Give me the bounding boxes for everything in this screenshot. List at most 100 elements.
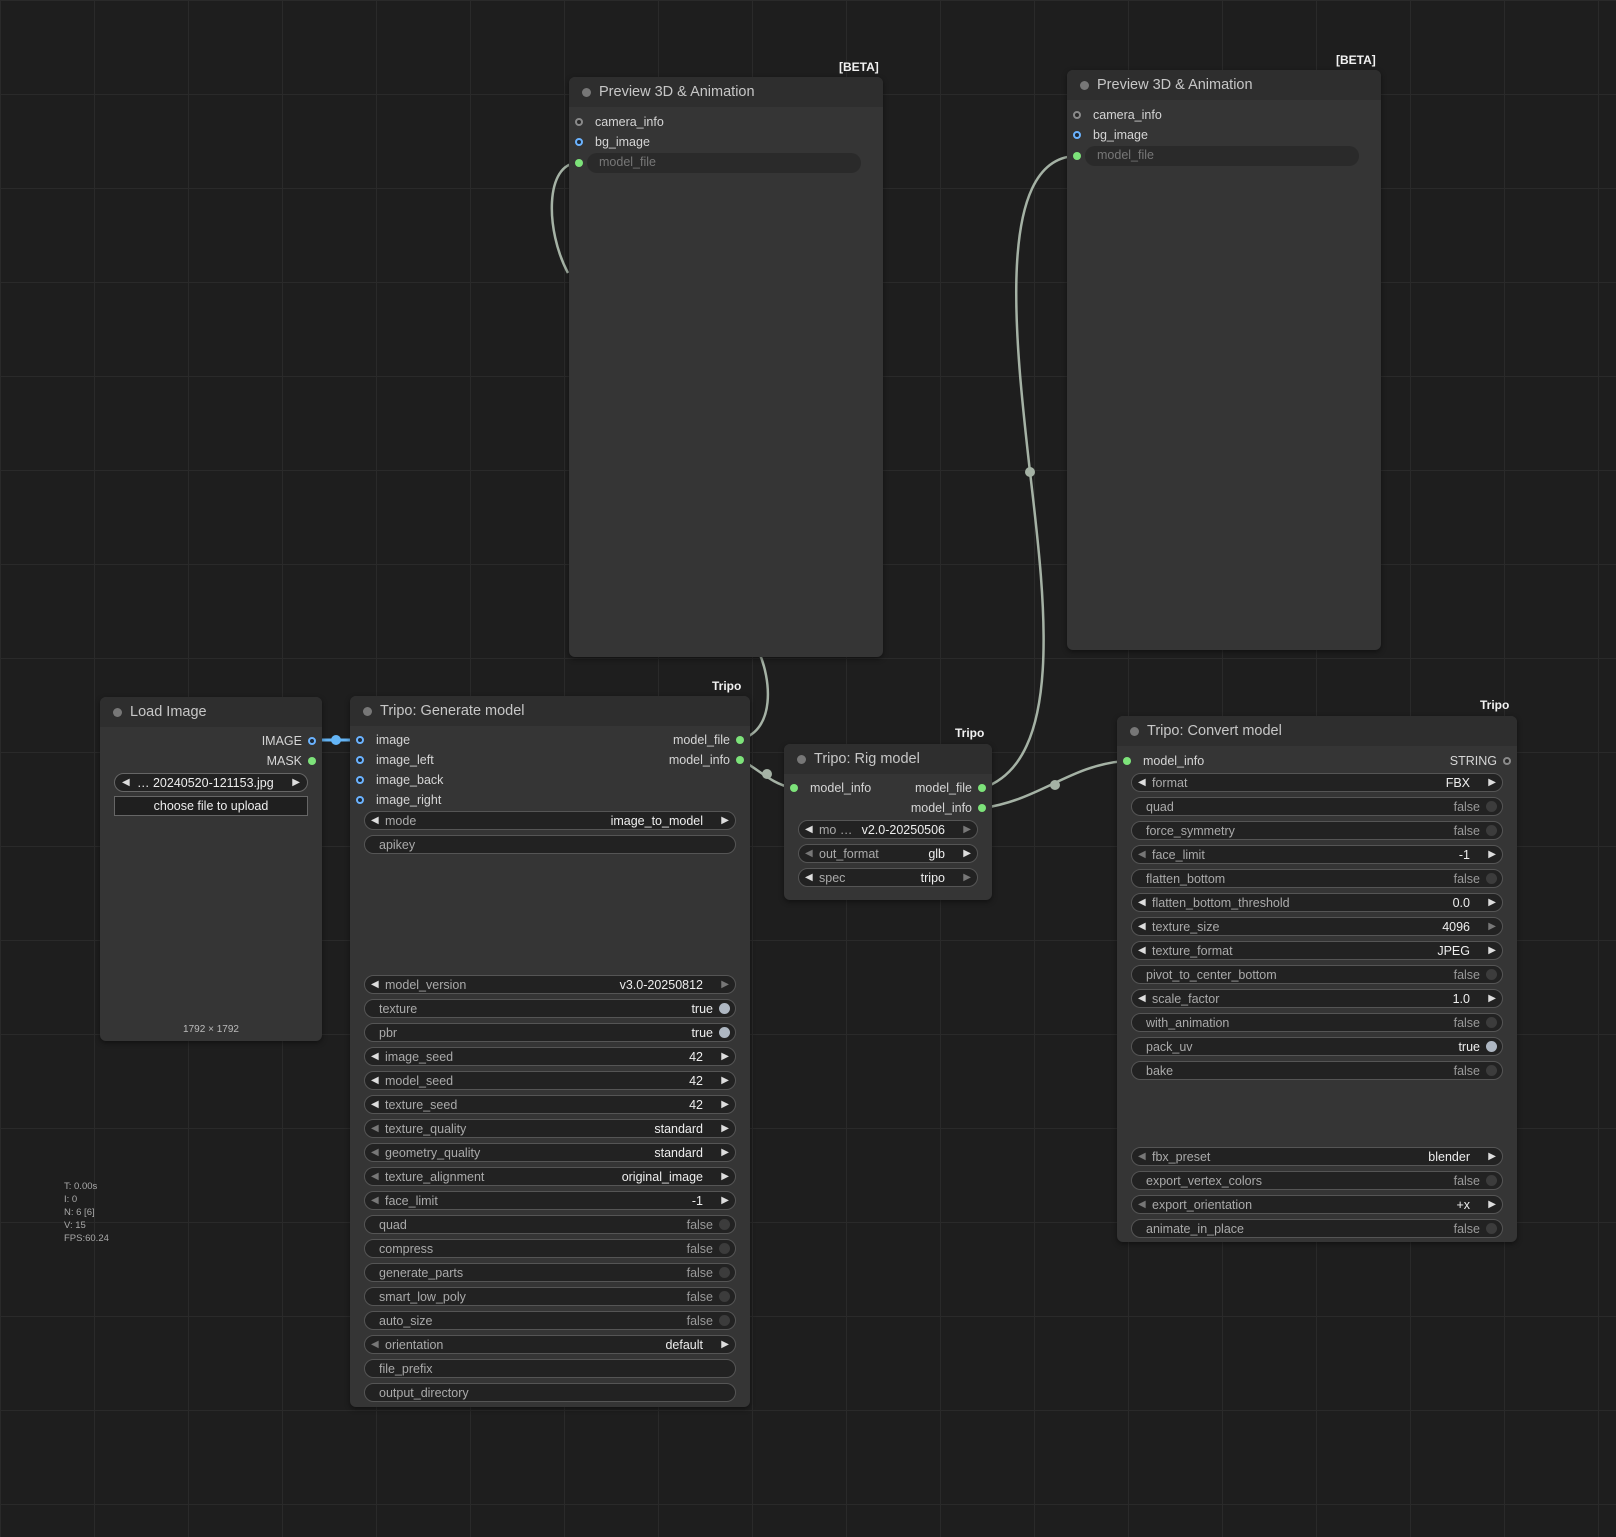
output-directory-input[interactable]: output_directory bbox=[364, 1383, 736, 1402]
slot-dot[interactable] bbox=[978, 784, 986, 792]
slot-dot[interactable] bbox=[1073, 111, 1081, 119]
preview-node-1[interactable]: Preview 3D & Animation camera_info bg_im… bbox=[569, 77, 883, 657]
slot-dot[interactable] bbox=[575, 138, 583, 146]
convert-model-node[interactable]: Tripo: Convert model model_info STRING ◀… bbox=[1117, 716, 1517, 1242]
file-prefix-input[interactable]: file_prefix bbox=[364, 1359, 736, 1378]
texture-seed-number[interactable]: ◀ texture_seed 42 ▶ bbox=[364, 1095, 736, 1114]
slot-dot[interactable] bbox=[1123, 757, 1131, 765]
slot-dot[interactable] bbox=[308, 737, 316, 745]
texture-alignment-combo[interactable]: ◀ texture_alignment original_image ▶ bbox=[364, 1167, 736, 1186]
texture-size-number[interactable]: ◀ texture_size 4096 ▶ bbox=[1131, 917, 1503, 936]
scale-factor-number[interactable]: ◀ scale_factor 1.0 ▶ bbox=[1131, 989, 1503, 1008]
rig-model-version-combo[interactable]: ◀ mo … v2.0-20250506 ▶ bbox=[798, 820, 978, 839]
slot-dot[interactable] bbox=[575, 159, 583, 167]
pivot-to-center-bottom-toggle[interactable]: pivot_to_center_bottom false bbox=[1131, 965, 1503, 984]
rig-model-node[interactable]: Tripo: Rig model model_info model_file m… bbox=[784, 744, 992, 900]
slot-dot[interactable] bbox=[575, 118, 583, 126]
orientation-combo[interactable]: ◀ orientation default ▶ bbox=[364, 1335, 736, 1354]
node-header[interactable]: Tripo: Rig model bbox=[784, 744, 992, 774]
slot-dot[interactable] bbox=[1073, 152, 1081, 160]
fbx-preset-combo[interactable]: ◀ fbx_preset blender ▶ bbox=[1131, 1147, 1503, 1166]
node-header[interactable]: Tripo: Generate model bbox=[350, 696, 750, 726]
out-format-combo[interactable]: ◀ out_format glb ▶ bbox=[798, 844, 978, 863]
input-bg-image[interactable]: bg_image bbox=[1073, 127, 1148, 143]
pack-uv-toggle[interactable]: pack_uv true bbox=[1131, 1037, 1503, 1056]
output-model-info[interactable]: model_info bbox=[669, 752, 744, 768]
collapse-dot[interactable] bbox=[582, 88, 591, 97]
arrow-left-icon[interactable]: ◀ bbox=[122, 777, 130, 788]
input-model-info[interactable]: model_info bbox=[790, 780, 871, 796]
smart-low-poly-toggle[interactable]: smart_low_poly false bbox=[364, 1287, 736, 1306]
input-model-file[interactable]: model_file bbox=[1073, 146, 1360, 166]
collapse-dot[interactable] bbox=[1080, 81, 1089, 90]
apikey-input[interactable]: apikey bbox=[364, 835, 736, 854]
pbr-toggle[interactable]: pbr true bbox=[364, 1023, 736, 1042]
load-image-node[interactable]: Load Image IMAGE MASK ◀ … 20240520-12115… bbox=[100, 697, 322, 1041]
preview-node-2[interactable]: Preview 3D & Animation camera_info bg_im… bbox=[1067, 70, 1381, 650]
force-symmetry-toggle[interactable]: force_symmetry false bbox=[1131, 821, 1503, 840]
export-vertex-colors-toggle[interactable]: export_vertex_colors false bbox=[1131, 1171, 1503, 1190]
output-mask[interactable]: MASK bbox=[267, 753, 316, 769]
link-rig-model-info-convert[interactable] bbox=[982, 759, 1126, 810]
image-seed-number[interactable]: ◀ image_seed 42 ▶ bbox=[364, 1047, 736, 1066]
node-header[interactable]: Preview 3D & Animation bbox=[569, 77, 883, 107]
geometry-quality-combo[interactable]: ◀ geometry_quality standard ▶ bbox=[364, 1143, 736, 1162]
arrow-right-icon[interactable]: ▶ bbox=[292, 777, 300, 788]
generate-model-node[interactable]: Tripo: Generate model image image_left i… bbox=[350, 696, 750, 1407]
link-image-midpoint[interactable] bbox=[331, 735, 341, 745]
slot-dot[interactable] bbox=[356, 756, 364, 764]
output-model-info[interactable]: model_info bbox=[911, 800, 986, 816]
export-orientation-combo[interactable]: ◀ export_orientation +x ▶ bbox=[1131, 1195, 1503, 1214]
node-header[interactable]: Preview 3D & Animation bbox=[1067, 70, 1381, 100]
slot-dot[interactable] bbox=[1073, 131, 1081, 139]
slot-dot[interactable] bbox=[736, 736, 744, 744]
link-rig-model-file-preview2[interactable] bbox=[982, 154, 1076, 790]
input-image-left[interactable]: image_left bbox=[356, 752, 434, 768]
slot-dot[interactable] bbox=[308, 757, 316, 765]
mode-combo[interactable]: ◀ mode image_to_model ▶ bbox=[364, 811, 736, 830]
collapse-dot[interactable] bbox=[797, 755, 806, 764]
input-camera-info[interactable]: camera_info bbox=[1073, 107, 1162, 123]
output-model-file[interactable]: model_file bbox=[673, 732, 744, 748]
face-limit-number[interactable]: ◀ face_limit -1 ▶ bbox=[364, 1191, 736, 1210]
collapse-dot[interactable] bbox=[1130, 727, 1139, 736]
slot-dot[interactable] bbox=[1503, 757, 1511, 765]
model-version-combo[interactable]: ◀ model_version v3.0-20250812 ▶ bbox=[364, 975, 736, 994]
generate-parts-toggle[interactable]: generate_parts false bbox=[364, 1263, 736, 1282]
slot-dot[interactable] bbox=[356, 776, 364, 784]
image-file-combo[interactable]: ◀ … 20240520-121153.jpg ▶ bbox=[114, 773, 308, 792]
input-image-right[interactable]: image_right bbox=[356, 792, 441, 808]
model-seed-number[interactable]: ◀ model_seed 42 ▶ bbox=[364, 1071, 736, 1090]
output-image[interactable]: IMAGE bbox=[262, 733, 316, 749]
slot-dot[interactable] bbox=[736, 756, 744, 764]
flatten-bottom-threshold-number[interactable]: ◀ flatten_bottom_threshold 0.0 ▶ bbox=[1131, 893, 1503, 912]
slot-dot[interactable] bbox=[356, 796, 364, 804]
slot-dot[interactable] bbox=[978, 804, 986, 812]
collapse-dot[interactable] bbox=[113, 708, 122, 717]
input-model-info[interactable]: model_info bbox=[1123, 753, 1204, 769]
with-animation-toggle[interactable]: with_animation false bbox=[1131, 1013, 1503, 1032]
node-header[interactable]: Load Image bbox=[100, 697, 322, 727]
output-string[interactable]: STRING bbox=[1450, 753, 1511, 769]
quad-toggle[interactable]: quad false bbox=[1131, 797, 1503, 816]
slot-dot[interactable] bbox=[790, 784, 798, 792]
link-rig-model-info-midpoint[interactable] bbox=[1050, 780, 1060, 790]
animate-in-place-toggle[interactable]: animate_in_place false bbox=[1131, 1219, 1503, 1238]
upload-button[interactable]: choose file to upload bbox=[114, 796, 308, 816]
format-combo[interactable]: ◀ format FBX ▶ bbox=[1131, 773, 1503, 792]
link-model-info-rig-midpoint[interactable] bbox=[762, 769, 772, 779]
node-header[interactable]: Tripo: Convert model bbox=[1117, 716, 1517, 746]
bake-toggle[interactable]: bake false bbox=[1131, 1061, 1503, 1080]
face-limit-number[interactable]: ◀ face_limit -1 ▶ bbox=[1131, 845, 1503, 864]
texture-quality-combo[interactable]: ◀ texture_quality standard ▶ bbox=[364, 1119, 736, 1138]
output-model-file[interactable]: model_file bbox=[915, 780, 986, 796]
slot-dot[interactable] bbox=[356, 736, 364, 744]
input-bg-image[interactable]: bg_image bbox=[575, 134, 650, 150]
link-rig-model-file-midpoint[interactable] bbox=[1025, 467, 1035, 477]
input-image-back[interactable]: image_back bbox=[356, 772, 443, 788]
auto-size-toggle[interactable]: auto_size false bbox=[364, 1311, 736, 1330]
texture-format-combo[interactable]: ◀ texture_format JPEG ▶ bbox=[1131, 941, 1503, 960]
compress-toggle[interactable]: compress false bbox=[364, 1239, 736, 1258]
input-camera-info[interactable]: camera_info bbox=[575, 114, 664, 130]
collapse-dot[interactable] bbox=[363, 707, 372, 716]
